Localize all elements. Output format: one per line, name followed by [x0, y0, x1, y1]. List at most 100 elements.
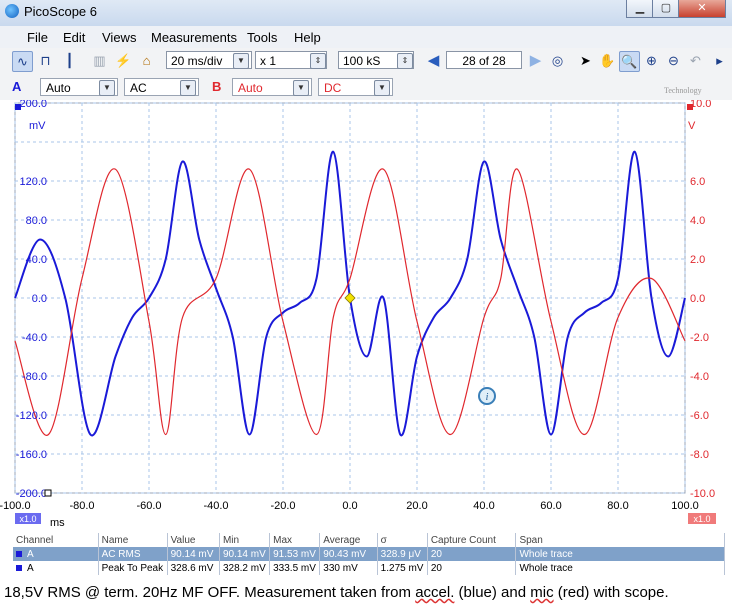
x-tick-label: 100.0	[671, 500, 699, 512]
channel-a-range-value: Auto	[46, 81, 71, 95]
menu-measurements[interactable]: Measurements	[151, 30, 237, 45]
channel-b-coupling-select[interactable]: DC ▼	[318, 78, 393, 96]
capture-index-value: 28 of 28	[462, 54, 506, 68]
table-cell: A	[13, 561, 99, 575]
table-cell: A	[13, 547, 99, 561]
channel-b-range-select[interactable]: Auto ▼	[232, 78, 312, 96]
y-right-tick-label: -8.0	[690, 449, 709, 461]
x-unit-label: ms	[50, 517, 65, 529]
scope-plot[interactable]: -100.0 -80.0 -60.0 -40.0 -20.0 0.0 20.0 40.0 60.…	[0, 100, 732, 532]
menu-tools[interactable]: Tools	[247, 30, 277, 45]
table-cell: AC RMS	[98, 547, 168, 561]
table-row[interactable]: A Peak To Peak 328.6 mV 328.2 mV 333.5 m…	[13, 561, 725, 575]
scope-mode-icon[interactable]: ∿	[12, 51, 33, 72]
caption-accel: accel.	[415, 584, 455, 601]
right-unit-label: V	[688, 120, 696, 132]
channel-a-range-select[interactable]: Auto ▼	[40, 78, 118, 96]
channel-b-range-value: Auto	[238, 81, 263, 95]
y-right-tick-label: 0.0	[690, 293, 705, 305]
channel-options-icon[interactable]: ▥	[90, 51, 109, 70]
y-right-tick-label: -2.0	[690, 332, 709, 344]
compass-icon[interactable]: ◎	[548, 51, 567, 70]
chevron-down-icon[interactable]: ▼	[374, 80, 390, 96]
column-header[interactable]: Average	[319, 533, 378, 547]
pointer-icon[interactable]: ➤	[576, 51, 595, 70]
table-cell: 20	[427, 561, 517, 575]
y-left-tick-label: 200.0	[19, 100, 47, 110]
spectrum-mode-icon[interactable]: ┃	[60, 51, 79, 70]
timebase-value: 20 ms/div	[171, 54, 223, 68]
zoom-in-icon[interactable]: ⊕	[642, 51, 661, 70]
y-right-tick-label: -4.0	[690, 371, 709, 383]
persistence-mode-icon[interactable]: ⊓	[36, 51, 55, 70]
samples-stepper[interactable]: 100 kS ⇕	[338, 51, 414, 69]
caption-text: 18,5V RMS @ term. 20Hz MF OFF. Measureme…	[4, 584, 669, 601]
capture-index-field[interactable]: 28 of 28	[446, 51, 522, 69]
column-header[interactable]: Capture Count	[427, 533, 517, 547]
menu-bar: File Edit Views Measurements Tools Help	[0, 26, 732, 49]
window-title: PicoScope 6	[24, 4, 97, 19]
x-tick-label: 40.0	[473, 500, 494, 512]
column-header[interactable]: Value	[167, 533, 220, 547]
channel-b-marker-icon	[687, 104, 693, 110]
menu-edit[interactable]: Edit	[63, 30, 85, 45]
chevron-down-icon[interactable]: ▼	[293, 80, 309, 96]
table-cell: 328.9 μV	[377, 547, 428, 561]
column-header[interactable]: Span	[515, 533, 725, 547]
y-right-tick-label: -10.0	[690, 488, 715, 500]
title-bar: PicoScope 6 ▁ ▢ ✕	[0, 0, 732, 26]
column-header[interactable]: Name	[98, 533, 168, 547]
menu-views[interactable]: Views	[102, 30, 136, 45]
column-header[interactable]: Channel	[13, 533, 99, 547]
zoom-stepper[interactable]: x 1 ⇕	[255, 51, 327, 69]
zoom-out-icon[interactable]: ⊖	[664, 51, 683, 70]
y-left-tick-label: -40.0	[22, 332, 47, 344]
overflow-icon[interactable]: ▸	[710, 51, 729, 70]
hand-icon[interactable]: ✋	[598, 51, 617, 70]
table-row[interactable]: A AC RMS 90.14 mV 90.14 mV 91.53 mV 90.4…	[13, 547, 725, 561]
menu-help[interactable]: Help	[294, 30, 321, 45]
table-cell: 90.14 mV	[219, 547, 271, 561]
samples-value: 100 kS	[343, 54, 381, 68]
home-icon[interactable]: ⌂	[137, 51, 156, 70]
picoscope-logo-icon	[5, 4, 19, 18]
table-cell: 330 mV	[319, 561, 378, 575]
chevron-down-icon[interactable]: ▼	[99, 80, 115, 96]
close-button[interactable]: ✕	[678, 0, 726, 18]
x-tick-label: -100.0	[0, 500, 31, 512]
column-header[interactable]: Min	[219, 533, 271, 547]
channel-bar: A Auto ▼ AC ▼ B Auto ▼ DC ▼ Technology	[0, 75, 732, 101]
trigger-lightning-icon[interactable]: ⚡	[114, 51, 133, 70]
origin-marker-icon	[44, 489, 52, 497]
channel-a-coupling-select[interactable]: AC ▼	[124, 78, 199, 96]
menu-file[interactable]: File	[27, 30, 48, 45]
table-cell: 1.275 mV	[377, 561, 428, 575]
caption-prefix: 18,5V RMS @ term. 20Hz MF OFF. Measureme…	[4, 584, 416, 601]
chevron-down-icon[interactable]: ▼	[233, 53, 249, 69]
ruler-info-glyph: i	[486, 392, 489, 403]
column-header[interactable]: Max	[269, 533, 321, 547]
maximize-button[interactable]: ▢	[652, 0, 680, 18]
table-header-row: Channel Name Value Min Max Average σ Cap…	[13, 533, 725, 547]
y-left-tick-label: 80.0	[26, 215, 47, 227]
column-header[interactable]: σ	[377, 533, 428, 547]
channel-b-coupling-value: DC	[324, 81, 342, 95]
x-tick-label: -40.0	[203, 500, 228, 512]
undo-zoom-icon[interactable]: ↶	[686, 51, 705, 70]
y-left-tick-label: -80.0	[22, 371, 47, 383]
chevron-down-icon[interactable]: ▼	[180, 80, 196, 96]
minimize-button[interactable]: ▁	[626, 0, 654, 18]
x-tick-label: 0.0	[342, 500, 357, 512]
x-tick-label: -20.0	[270, 500, 295, 512]
zoom-value: x 1	[260, 54, 277, 68]
y-right-tick-label: 2.0	[690, 254, 705, 266]
brand-logo-text: Technology	[664, 86, 702, 95]
stepper-arrows-icon[interactable]: ⇕	[397, 53, 413, 69]
table-cell: 20	[427, 547, 517, 561]
next-capture-icon[interactable]: ▶	[526, 51, 545, 70]
stepper-arrows-icon[interactable]: ⇕	[310, 53, 326, 69]
zoom-select-icon[interactable]: 🔍	[619, 51, 640, 72]
caption-mic: mic	[530, 584, 554, 601]
timebase-select[interactable]: 20 ms/div ▼	[166, 51, 252, 69]
previous-capture-icon[interactable]: ◀	[424, 51, 443, 70]
